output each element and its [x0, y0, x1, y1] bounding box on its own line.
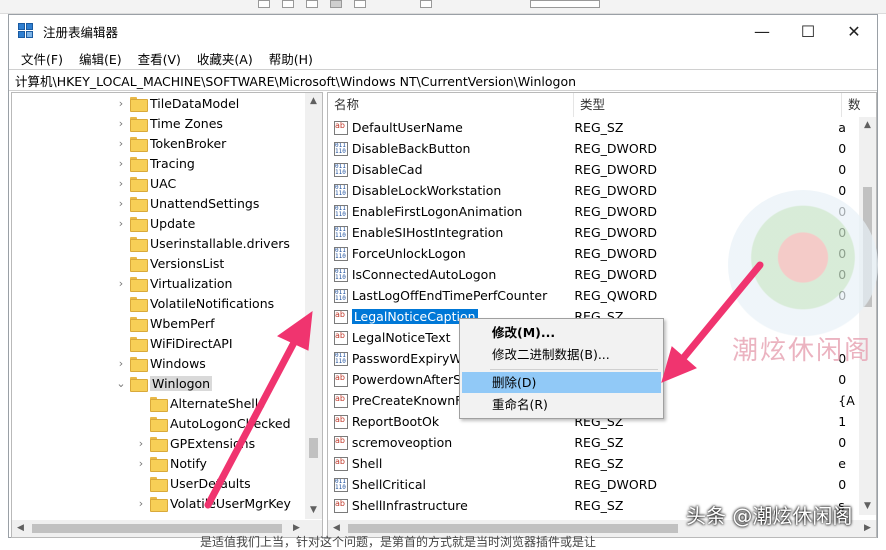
- bottom-caption-text: 是适值我们上当，针对这个问题，是第首的方式就是当时浏览器插件或是让: [200, 535, 597, 549]
- arrow-to-delete-icon: [676, 261, 764, 366]
- arrow-to-tree-icon: [204, 331, 302, 509]
- watermark-bottom-text: 头条 @潮炫休闲阁: [686, 504, 853, 528]
- annotation-arrows: [204, 261, 764, 509]
- arrow-head-tree-icon: [277, 310, 313, 351]
